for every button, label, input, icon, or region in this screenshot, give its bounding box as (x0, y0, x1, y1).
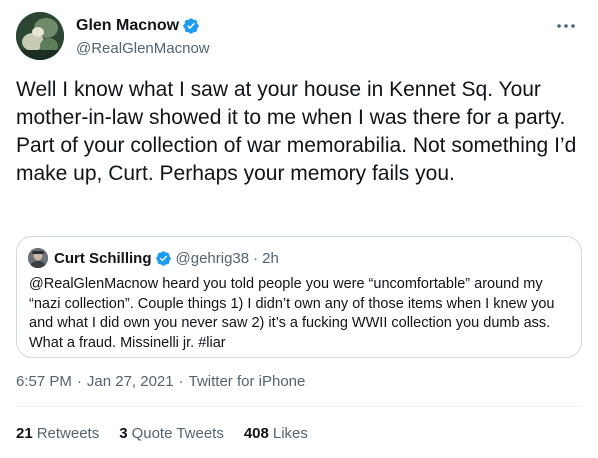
retweets-label: Retweets (36, 425, 100, 442)
tweet-source[interactable]: Twitter for iPhone (189, 373, 306, 390)
divider (16, 406, 582, 407)
author-display-name[interactable]: Glen Macnow (76, 17, 179, 35)
likes-count: 408 (243, 425, 269, 442)
quote-tweets-stat[interactable]: 3 Quote Tweets (119, 425, 224, 442)
quote-tweets-label: Quote Tweets (131, 425, 224, 442)
retweets-stat[interactable]: 21 Retweets (16, 425, 99, 442)
verified-badge-icon (155, 250, 171, 266)
quoted-tweet-time: 2h (262, 249, 279, 267)
likes-label: Likes (272, 425, 308, 442)
verified-badge-icon (183, 18, 199, 34)
quote-tweets-count: 3 (119, 425, 128, 442)
tweet-time[interactable]: 6:57 PM (16, 373, 72, 390)
quoted-author-avatar (28, 248, 48, 268)
tweet-card: Glen Macnow @RealGlenMacnow Well I know … (0, 0, 598, 458)
author-avatar[interactable] (16, 12, 64, 60)
meta-separator: · (178, 373, 184, 390)
tweet-date[interactable]: Jan 27, 2021 (87, 373, 174, 390)
quoted-meta-separator: · (253, 249, 259, 267)
quoted-tweet[interactable]: Curt Schilling @gehrig38 · 2h @RealGlenM… (16, 236, 582, 358)
engagement-stats: 21 Retweets 3 Quote Tweets 408 Likes (16, 425, 328, 442)
quoted-author-handle: @gehrig38 (175, 249, 250, 267)
more-options-button[interactable] (552, 12, 580, 40)
meta-separator: · (76, 373, 82, 390)
author-names: Glen Macnow @RealGlenMacnow (76, 16, 210, 57)
author-handle[interactable]: @RealGlenMacnow (76, 40, 210, 57)
quoted-tweet-header: Curt Schilling @gehrig38 · 2h (28, 247, 279, 269)
quoted-avatar-image (28, 248, 48, 268)
tweet-header: Glen Macnow @RealGlenMacnow (16, 12, 582, 62)
likes-stat[interactable]: 408 Likes (244, 425, 308, 442)
avatar-image (16, 12, 64, 60)
quoted-author-display-name: Curt Schilling (54, 249, 152, 267)
quoted-tweet-text: @RealGlenMacnow heard you told people yo… (29, 276, 559, 351)
tweet-text: Well I know what I saw at your house in … (16, 78, 583, 185)
tweet-meta: 6:57 PM · Jan 27, 2021 · Twitter for iPh… (16, 373, 305, 390)
retweets-count: 21 (16, 425, 33, 442)
more-horizontal-icon (557, 24, 575, 28)
